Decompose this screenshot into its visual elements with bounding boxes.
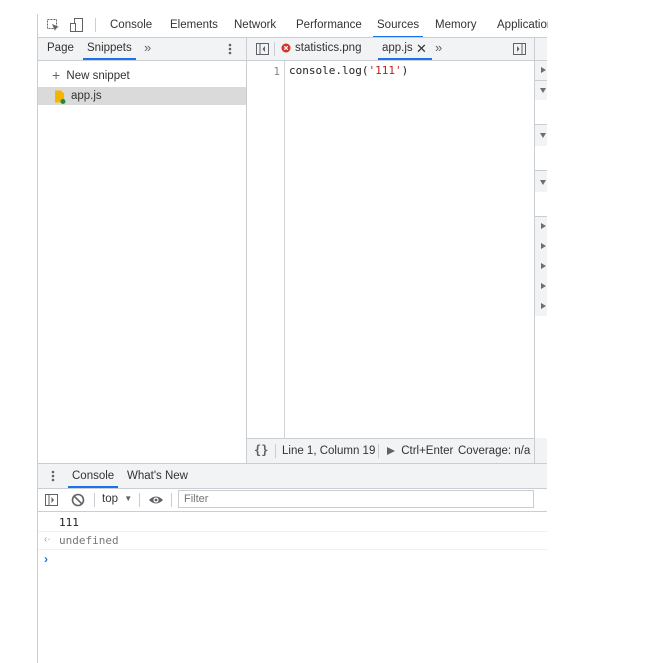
editor-tabbar: statistics.png app.js ✕ » [247, 38, 534, 60]
pane-expand-icon[interactable] [541, 263, 546, 269]
drawer-tabbar: Console What's New [38, 464, 547, 488]
pane-expand-icon[interactable] [541, 67, 546, 73]
pane-collapse-icon[interactable] [540, 180, 546, 185]
run-shortcut-label: Ctrl+Enter [401, 445, 454, 457]
console-sidebar-icon[interactable] [45, 494, 58, 506]
snippet-item-appjs[interactable]: app.js [38, 87, 246, 105]
context-label: top [102, 493, 118, 505]
code-func: console.log( [289, 64, 369, 77]
toggle-navigator-icon[interactable] [256, 43, 269, 55]
coverage-status: Coverage: n/a [458, 445, 531, 457]
pane-expand-icon[interactable] [541, 283, 546, 289]
navigator-menu-icon[interactable] [228, 43, 232, 55]
code-string: '111' [368, 64, 402, 77]
close-tab-icon[interactable]: ✕ [416, 41, 427, 57]
tab-performance[interactable]: Performance [296, 14, 362, 37]
snippet-file-label: app.js [71, 90, 102, 102]
navigator-tab-page[interactable]: Page [47, 36, 74, 60]
code-line: console.log('111') [289, 64, 408, 77]
pane-expand-icon[interactable] [541, 303, 546, 309]
code-editor[interactable]: 1 console.log('111') [247, 61, 534, 438]
editor-tab-appjs-label: app.js [382, 42, 413, 54]
console-result-text: undefined [59, 534, 119, 547]
drawer-menu-icon[interactable] [51, 470, 55, 482]
tab-sources[interactable]: Sources [372, 14, 424, 37]
editor-status-bar: {} Line 1, Column 19 Ctrl+Enter Coverage… [247, 439, 534, 463]
tab-application[interactable]: Application [497, 14, 548, 37]
console-toolbar: top ▼ [38, 489, 547, 511]
tab-console[interactable]: Console [110, 14, 152, 37]
tab-elements[interactable]: Elements [170, 14, 218, 37]
prompt-chevron-icon: › [44, 552, 48, 566]
live-expression-eye-icon[interactable] [148, 494, 164, 506]
pane-expand-icon[interactable] [541, 223, 546, 229]
new-snippet-button[interactable]: + New snippet [52, 66, 130, 83]
pane-collapse-icon[interactable] [540, 133, 546, 138]
editor-tab-statistics-label: statistics.png [295, 42, 362, 54]
navigator-tabbar: Page Snippets » [38, 38, 246, 60]
toggle-debugger-icon[interactable] [513, 43, 526, 55]
console-prompt[interactable]: › [38, 550, 547, 570]
tab-memory[interactable]: Memory [435, 14, 477, 37]
snippet-file-icon [54, 90, 66, 104]
line-number: 1 [273, 65, 280, 78]
clear-console-icon[interactable] [71, 493, 85, 507]
error-icon [281, 43, 291, 53]
plus-icon: + [52, 67, 61, 83]
main-toolbar: Console Elements Network Performance Sou… [38, 14, 548, 37]
play-icon [387, 447, 395, 455]
new-snippet-label: New snippet [66, 70, 130, 82]
cursor-position: Line 1, Column 19 [282, 445, 376, 457]
pane-expand-icon[interactable] [541, 243, 546, 249]
console-log-message: 111 [38, 512, 547, 532]
navigator-tab-snippets[interactable]: Snippets [83, 36, 136, 60]
tab-network[interactable]: Network [234, 14, 276, 37]
dropdown-arrow-icon: ▼ [124, 494, 133, 503]
drawer-tab-whats-new[interactable]: What's New [127, 464, 188, 488]
line-gutter: 1 [247, 61, 285, 438]
more-editor-tabs-icon[interactable]: » [435, 40, 442, 55]
run-snippet-button[interactable]: Ctrl+Enter [387, 445, 453, 457]
drawer-tab-console[interactable]: Console [67, 464, 119, 488]
console-log-text: 111 [59, 516, 79, 529]
console-filter-input[interactable] [178, 490, 534, 508]
code-close: ) [401, 64, 409, 77]
pretty-print-icon[interactable]: {} [254, 443, 268, 457]
editor-tab-appjs[interactable]: app.js ✕ [378, 38, 432, 60]
more-tabs-icon[interactable]: » [144, 40, 151, 55]
result-arrow-icon: ‹· [44, 534, 51, 545]
context-selector[interactable]: top ▼ [102, 493, 132, 505]
console-result-message: ‹· undefined [38, 531, 547, 550]
pane-collapse-icon[interactable] [540, 88, 546, 93]
